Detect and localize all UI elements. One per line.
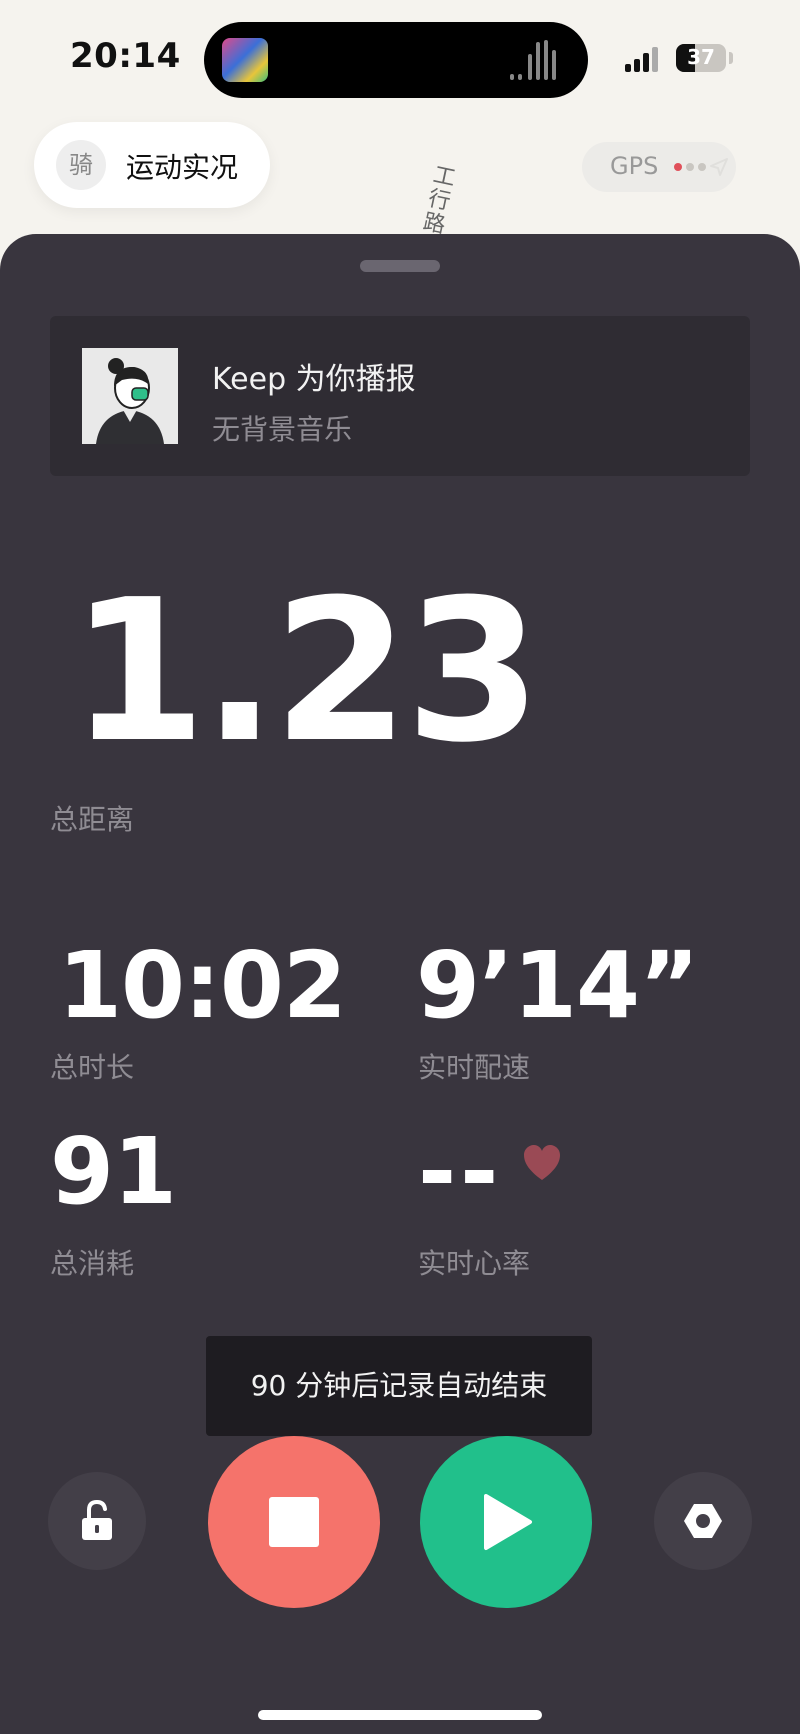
- duration-label: 总时长: [50, 1051, 135, 1084]
- coach-avatar-icon: [82, 348, 178, 444]
- gps-signal-dot: [698, 163, 706, 171]
- distance-label: 总距离: [50, 803, 135, 836]
- sport-status-pill[interactable]: 骑 运动实况: [34, 122, 270, 208]
- heart-rate-value: --: [418, 1118, 503, 1225]
- cellular-signal-icon: [625, 46, 661, 72]
- stop-icon: [269, 1497, 319, 1547]
- sport-status-label: 运动实况: [126, 151, 239, 184]
- settings-button[interactable]: [654, 1472, 752, 1570]
- hexagon-settings-icon: [684, 1504, 722, 1538]
- distance-value: 1.23: [70, 558, 542, 786]
- voice-broadcast-card[interactable]: Keep 为你播报 无背景音乐: [50, 316, 750, 476]
- home-indicator[interactable]: [258, 1710, 542, 1720]
- unlock-icon: [82, 1499, 112, 1540]
- lock-button[interactable]: [48, 1472, 146, 1570]
- pace-value: 9’14”: [416, 932, 699, 1039]
- dynamic-island[interactable]: [204, 22, 588, 98]
- battery-nub: [729, 52, 733, 64]
- auto-end-toast: 90 分钟后记录自动结束: [206, 1336, 592, 1436]
- battery-icon: 37: [676, 44, 726, 72]
- calories-value: 91: [50, 1118, 177, 1225]
- broadcast-title: Keep 为你播报: [212, 362, 416, 397]
- gps-label: GPS: [610, 152, 659, 180]
- pace-label: 实时配速: [418, 1051, 531, 1084]
- music-status: 无背景音乐: [212, 413, 353, 446]
- audio-wave-icon: [510, 40, 566, 80]
- gps-indicator[interactable]: GPS: [582, 142, 736, 192]
- workout-panel: Keep 为你播报 无背景音乐 1.23 总距离 10:02 总时长 9’14”…: [0, 234, 800, 1734]
- album-art-icon[interactable]: [222, 38, 268, 82]
- drag-handle[interactable]: [360, 260, 440, 272]
- heart-icon: [524, 1145, 560, 1180]
- calories-label: 总消耗: [50, 1247, 135, 1280]
- cycling-icon: 骑: [56, 140, 106, 190]
- gps-signal-dot: [686, 163, 694, 171]
- play-icon: [484, 1494, 532, 1550]
- duration-value: 10:02: [58, 932, 347, 1039]
- map-road-label: 工行路: [420, 162, 458, 239]
- resume-button[interactable]: [420, 1436, 592, 1608]
- gps-signal-dot: [674, 163, 682, 171]
- heart-rate-label: 实时心率: [418, 1247, 531, 1280]
- status-time: 20:14: [70, 36, 181, 76]
- location-arrow-icon: [710, 158, 728, 176]
- battery-level: 37: [687, 45, 715, 69]
- stop-button[interactable]: [208, 1436, 380, 1608]
